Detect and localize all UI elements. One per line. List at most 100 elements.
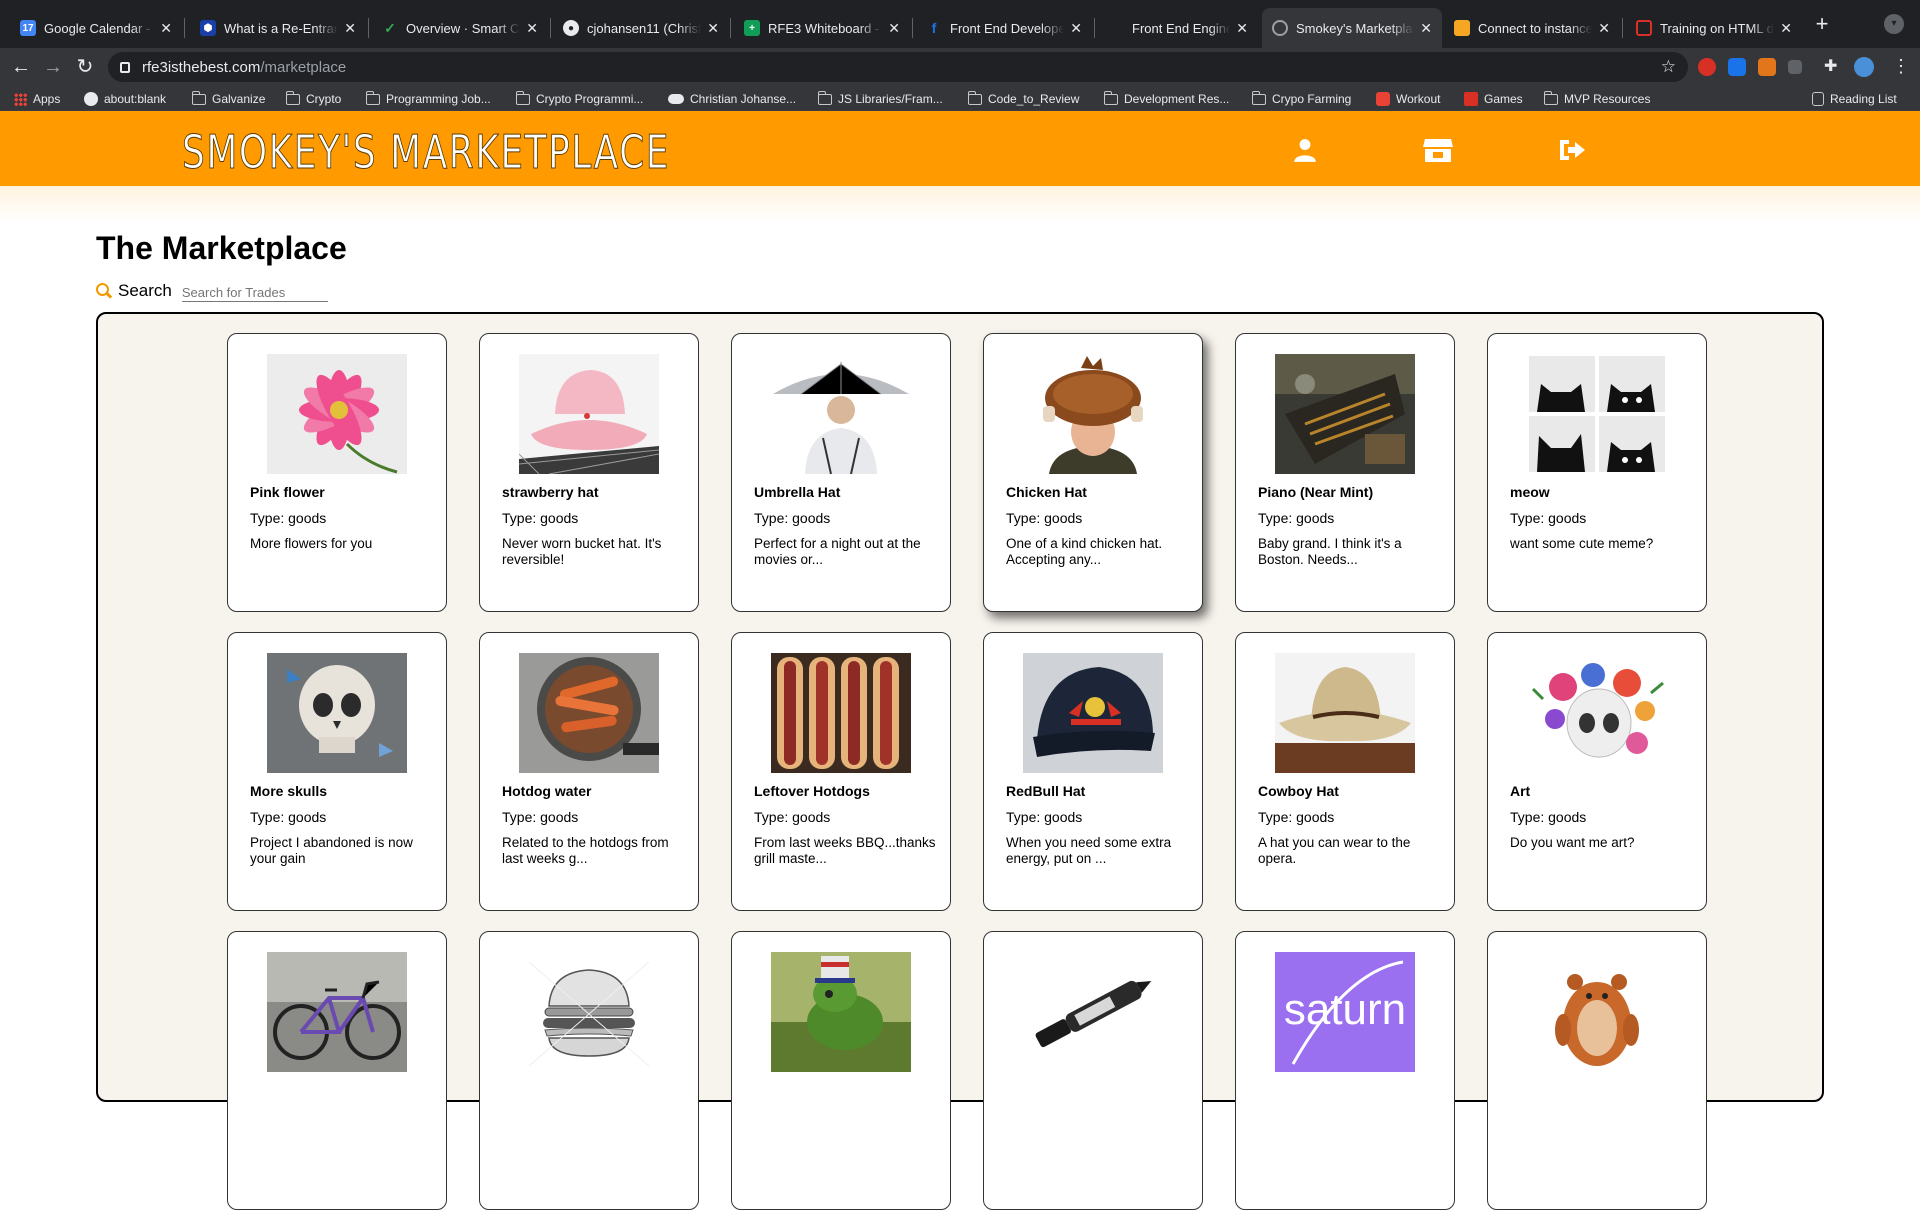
item-card[interactable]: strawberry hat Type: goods Never worn bu…: [479, 333, 699, 612]
burger-sketch-image: [519, 952, 659, 1072]
item-card[interactable]: saturn: [1235, 931, 1455, 1210]
item-card[interactable]: Art Type: goods Do you want me art?: [1487, 632, 1707, 911]
item-name: Umbrella Hat: [754, 484, 841, 500]
close-tab-icon[interactable]: ✕: [888, 20, 900, 37]
item-card[interactable]: [731, 931, 951, 1210]
item-description: Perfect for a night out at the movies or…: [754, 536, 921, 567]
bookmark-js-libraries[interactable]: JS Libraries/Fram...: [817, 89, 943, 109]
folder-icon: [285, 90, 300, 105]
medium-icon: [668, 94, 684, 104]
pink-flower-image: [267, 354, 407, 474]
item-card[interactable]: [479, 931, 699, 1210]
bookmark-programming-jobs[interactable]: Programming Job...: [365, 89, 491, 109]
bookmark-apps[interactable]: Apps: [14, 89, 60, 109]
extension-blue-icon[interactable]: [1728, 58, 1746, 76]
site-logo[interactable]: SMOKEY'S MARKETPLACE: [182, 125, 670, 180]
tab-smart-contract[interactable]: ✓ Overview · Smart Co ✕: [372, 8, 548, 48]
item-card[interactable]: More skulls Type: goods Project I abando…: [227, 632, 447, 911]
reading-list[interactable]: Reading List: [1812, 89, 1897, 109]
item-type: Type: goods: [1006, 510, 1083, 526]
close-tab-icon[interactable]: ✕: [526, 20, 538, 37]
apps-grid-icon: [14, 92, 27, 106]
item-card[interactable]: Chicken Hat Type: goods One of a kind ch…: [983, 333, 1203, 612]
bookmark-mvp-resources[interactable]: MVP Resources: [1543, 89, 1650, 109]
page-title: The Marketplace: [96, 230, 347, 266]
bookmark-development-resources[interactable]: Development Res...: [1103, 89, 1229, 109]
cat-meme-image: [1527, 354, 1667, 474]
folder-icon: [365, 90, 380, 105]
bicycle-image: [267, 952, 407, 1072]
search-bar: Search: [96, 280, 328, 302]
item-card[interactable]: [1487, 931, 1707, 1210]
close-tab-icon[interactable]: ✕: [1780, 20, 1792, 37]
extensions-puzzle-icon[interactable]: ✚: [1824, 56, 1842, 75]
close-tab-icon[interactable]: ✕: [1420, 20, 1432, 37]
search-input[interactable]: [181, 280, 328, 302]
item-card[interactable]: Pink flower Type: goods More flowers for…: [227, 333, 447, 612]
new-tab-button[interactable]: +: [1808, 10, 1836, 38]
tab-connect-instance[interactable]: Connect to instance ✕: [1444, 8, 1620, 48]
redbull-hat-image: [1023, 653, 1163, 773]
hotdog-water-image: [519, 653, 659, 773]
profile-avatar-icon[interactable]: [1854, 57, 1874, 77]
close-tab-icon[interactable]: ✕: [1070, 20, 1082, 37]
store-icon[interactable]: [1422, 137, 1454, 163]
item-description: want some cute meme?: [1510, 536, 1654, 551]
calendar-icon: 17: [20, 20, 36, 36]
dev-icon: ⬢: [200, 20, 216, 36]
close-tab-icon[interactable]: ✕: [707, 20, 719, 37]
plush-bear-image: [1527, 952, 1667, 1072]
tab-training-html[interactable]: Training on HTML d ✕: [1626, 8, 1802, 48]
tab-reentrancy[interactable]: ⬢ What is a Re-Entran ✕: [190, 8, 366, 48]
item-type: Type: goods: [1258, 510, 1335, 526]
metamask-icon[interactable]: [1758, 58, 1776, 76]
extension-red-icon[interactable]: [1698, 58, 1716, 76]
user-icon[interactable]: [1292, 137, 1318, 163]
back-button[interactable]: ←: [8, 54, 34, 80]
item-card[interactable]: Cowboy Hat Type: goods A hat you can wea…: [1235, 632, 1455, 911]
folder-icon: [1103, 90, 1118, 105]
bookmark-about-blank[interactable]: about:blank: [84, 89, 166, 109]
item-card[interactable]: meow Type: goods want some cute meme?: [1487, 333, 1707, 612]
site-header: SMOKEY'S MARKETPLACE: [0, 111, 1920, 186]
bookmark-crypo-farming[interactable]: Crypo Farming: [1251, 89, 1351, 109]
close-tab-icon[interactable]: ✕: [344, 20, 356, 37]
item-card[interactable]: [227, 931, 447, 1210]
address-bar[interactable]: rfe3isthebest.com/marketplace ☆: [108, 52, 1688, 82]
bookmark-galvanize[interactable]: Galvanize: [191, 89, 265, 109]
piano-image: [1275, 354, 1415, 474]
tab-rfe3-whiteboard[interactable]: + RFE3 Whiteboard - G ✕: [734, 8, 910, 48]
tab-smokeys-marketplace[interactable]: Smokey's Marketpla ✕: [1262, 8, 1442, 48]
item-card[interactable]: Leftover Hotdogs Type: goods From last w…: [731, 632, 951, 911]
bookmark-star-icon[interactable]: ☆: [1661, 57, 1676, 77]
item-card[interactable]: Umbrella Hat Type: goods Perfect for a n…: [731, 333, 951, 612]
item-card[interactable]: Hotdog water Type: goods Related to the …: [479, 632, 699, 911]
item-type: Type: goods: [502, 510, 579, 526]
bookmark-games[interactable]: Games: [1464, 89, 1523, 109]
extension-gray-icon[interactable]: [1788, 60, 1802, 74]
close-tab-icon[interactable]: ✕: [1236, 20, 1248, 37]
bookmark-christian-johansen[interactable]: Christian Johanse...: [668, 89, 796, 109]
reload-button[interactable]: ↻: [72, 54, 98, 80]
tab-front-end-developer[interactable]: f Front End Developer ✕: [916, 8, 1092, 48]
close-tab-icon[interactable]: ✕: [1598, 20, 1610, 37]
item-card[interactable]: RedBull Hat Type: goods When you need so…: [983, 632, 1203, 911]
browser-menu-icon[interactable]: ⋮: [1892, 56, 1910, 77]
tab-github[interactable]: ● cjohansen11 (Christi ✕: [553, 8, 729, 48]
tab-search-button[interactable]: ▾: [1884, 14, 1904, 34]
tab-google-calendar[interactable]: 17 Google Calendar - W ✕: [10, 8, 182, 48]
bookmark-crypto[interactable]: Crypto: [285, 89, 341, 109]
item-description: When you need some extra energy, put on …: [1006, 835, 1172, 866]
item-card[interactable]: [983, 931, 1203, 1210]
folder-icon: [817, 90, 832, 105]
bookmark-workout[interactable]: Workout: [1376, 89, 1440, 109]
close-tab-icon[interactable]: ✕: [160, 20, 172, 37]
logout-icon[interactable]: [1558, 137, 1586, 163]
tab-front-end-engineer[interactable]: Front End Engineer✕: [1098, 8, 1258, 48]
gmail-icon: [1376, 92, 1390, 106]
bookmark-crypto-programming[interactable]: Crypto Programmi...: [515, 89, 643, 109]
forward-button[interactable]: →: [40, 54, 66, 80]
saturn-logo-image: saturn: [1275, 952, 1415, 1072]
item-card[interactable]: Piano (Near Mint) Type: goods Baby grand…: [1235, 333, 1455, 612]
bookmark-code-to-review[interactable]: Code_to_Review: [967, 89, 1079, 109]
